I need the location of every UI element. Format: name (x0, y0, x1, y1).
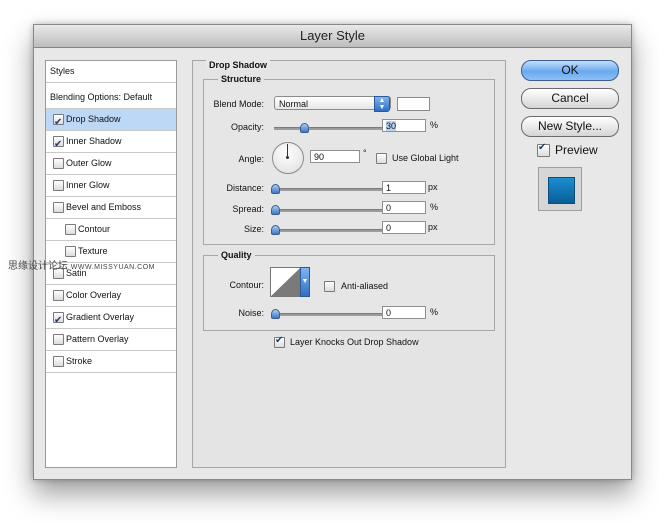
style-item-outer-glow[interactable]: Outer Glow (46, 153, 176, 175)
angle-input[interactable]: 90 (310, 150, 360, 163)
panel-title: Drop Shadow (206, 60, 270, 70)
color-overlay-checkbox[interactable] (53, 290, 64, 301)
noise-label: Noise: (238, 308, 264, 318)
size-label: Size: (243, 224, 264, 234)
size-unit: px (428, 222, 438, 232)
style-item-gradient-overlay[interactable]: Gradient Overlay (46, 307, 176, 331)
watermark-url: WWW.MISSYUAN.COM (70, 264, 155, 271)
drop-shadow-panel: Drop Shadow Structure Blend Mode: Normal… (192, 60, 506, 468)
contour-curve-icon (271, 268, 300, 296)
watermark-cn: 思缘设计论坛 (8, 261, 68, 272)
size-slider-thumb[interactable] (271, 225, 280, 235)
opacity-input[interactable]: 30 (382, 119, 426, 132)
angle-label: Angle: (238, 154, 264, 164)
gradient-overlay-checkbox[interactable] (53, 310, 64, 331)
spread-label: Spread: (232, 204, 264, 214)
layer-knocks-out-label: Layer Knocks Out Drop Shadow (290, 337, 419, 347)
preview-checkbox[interactable] (537, 142, 550, 157)
preview-label: Preview (555, 143, 598, 157)
style-item-label: Inner Glow (66, 180, 110, 190)
structure-legend: Structure (218, 74, 265, 84)
contour-label: Contour: (229, 280, 264, 290)
opacity-value: 30 (386, 121, 397, 131)
opacity-slider-thumb[interactable] (300, 123, 309, 133)
style-item-color-overlay[interactable]: Color Overlay (46, 285, 176, 307)
style-item-drop-shadow[interactable]: Drop Shadow (46, 109, 176, 133)
contour-picker[interactable] (270, 267, 301, 297)
shadow-color-swatch[interactable] (397, 97, 430, 111)
angle-center (286, 156, 289, 159)
spread-slider[interactable] (274, 209, 382, 212)
contour-checkbox[interactable] (65, 224, 76, 235)
style-item-label: Outer Glow (66, 158, 112, 168)
angle-dial[interactable] (272, 142, 304, 174)
distance-slider[interactable] (274, 188, 382, 191)
chevron-up-down-icon: ▲ ▼ (374, 96, 390, 112)
distance-input[interactable]: 1 (382, 181, 426, 194)
spread-slider-thumb[interactable] (271, 205, 280, 215)
drop-shadow-checkbox[interactable] (53, 112, 64, 133)
style-item-label: Gradient Overlay (66, 312, 135, 322)
noise-slider[interactable] (274, 313, 382, 316)
blend-mode-select[interactable]: Normal ▲ ▼ (274, 96, 391, 112)
chevron-down-icon[interactable]: ▼ (300, 267, 310, 297)
pattern-overlay-checkbox[interactable] (53, 334, 64, 345)
window-title: Layer Style (34, 25, 631, 48)
global-light-label: Use Global Light (392, 153, 459, 163)
ok-button[interactable]: OK (521, 60, 619, 81)
style-item-label: Bevel and Emboss (66, 202, 142, 212)
preview-thumbnail (538, 167, 582, 211)
anti-aliased-checkbox[interactable] (324, 281, 335, 292)
watermark: 思缘设计论坛 WWW.MISSYUAN.COM (8, 257, 155, 272)
style-item-label: Stroke (66, 356, 93, 366)
opacity-label: Opacity: (230, 122, 264, 132)
inner-shadow-checkbox[interactable] (53, 134, 64, 155)
size-slider[interactable] (274, 229, 382, 232)
style-item-bevel-emboss[interactable]: Bevel and Emboss (46, 197, 176, 219)
size-input[interactable]: 0 (382, 221, 426, 234)
style-item-inner-shadow[interactable]: Inner Shadow (46, 131, 176, 155)
style-item-label: Pattern Overlay (66, 334, 129, 344)
spread-input[interactable]: 0 (382, 201, 426, 214)
bevel-emboss-checkbox[interactable] (53, 202, 64, 213)
spread-unit: % (430, 202, 439, 212)
angle-unit: ° (363, 148, 367, 158)
blend-mode-label: Blend Mode: (213, 99, 264, 109)
quality-legend: Quality (218, 250, 255, 260)
blend-mode-value: Normal (279, 99, 309, 109)
anti-aliased-label: Anti-aliased (341, 281, 389, 291)
style-item-contour[interactable]: Contour (46, 219, 176, 241)
quality-group: Quality Contour: ▼ Anti-aliased Noise: 0… (203, 250, 495, 331)
opacity-unit: % (430, 120, 439, 130)
distance-slider-thumb[interactable] (271, 184, 280, 194)
style-item-stroke[interactable]: Stroke (46, 351, 176, 373)
texture-checkbox[interactable] (65, 246, 76, 257)
opacity-slider[interactable] (274, 127, 382, 130)
layer-knocks-out-checkbox[interactable] (274, 335, 285, 348)
style-item-label: Drop Shadow (66, 114, 121, 124)
new-style-button[interactable]: New Style... (521, 116, 619, 137)
layer-style-dialog: Layer Style Styles Blending Options: Def… (33, 24, 632, 480)
style-item-inner-glow[interactable]: Inner Glow (46, 175, 176, 197)
outer-glow-checkbox[interactable] (53, 158, 64, 169)
preview-square (548, 177, 575, 204)
blending-options-label: Blending Options: Default (50, 92, 153, 102)
noise-input[interactable]: 0 (382, 306, 426, 319)
global-light-checkbox[interactable] (376, 153, 387, 164)
noise-slider-thumb[interactable] (271, 309, 280, 319)
inner-glow-checkbox[interactable] (53, 180, 64, 191)
distance-unit: px (428, 182, 438, 192)
cancel-button[interactable]: Cancel (521, 88, 619, 109)
style-item-label: Inner Shadow (66, 136, 122, 146)
style-item-label: Contour (78, 224, 111, 234)
noise-unit: % (430, 307, 439, 317)
stroke-checkbox[interactable] (53, 356, 64, 367)
style-item-label: Color Overlay (66, 290, 122, 300)
style-item-pattern-overlay[interactable]: Pattern Overlay (46, 329, 176, 351)
structure-group: Structure Blend Mode: Normal ▲ ▼ Opacity:… (203, 74, 495, 245)
styles-header-label: Styles (50, 66, 75, 76)
blending-options-item[interactable]: Blending Options: Default (46, 87, 176, 109)
styles-header[interactable]: Styles (46, 61, 176, 83)
distance-label: Distance: (226, 183, 264, 193)
